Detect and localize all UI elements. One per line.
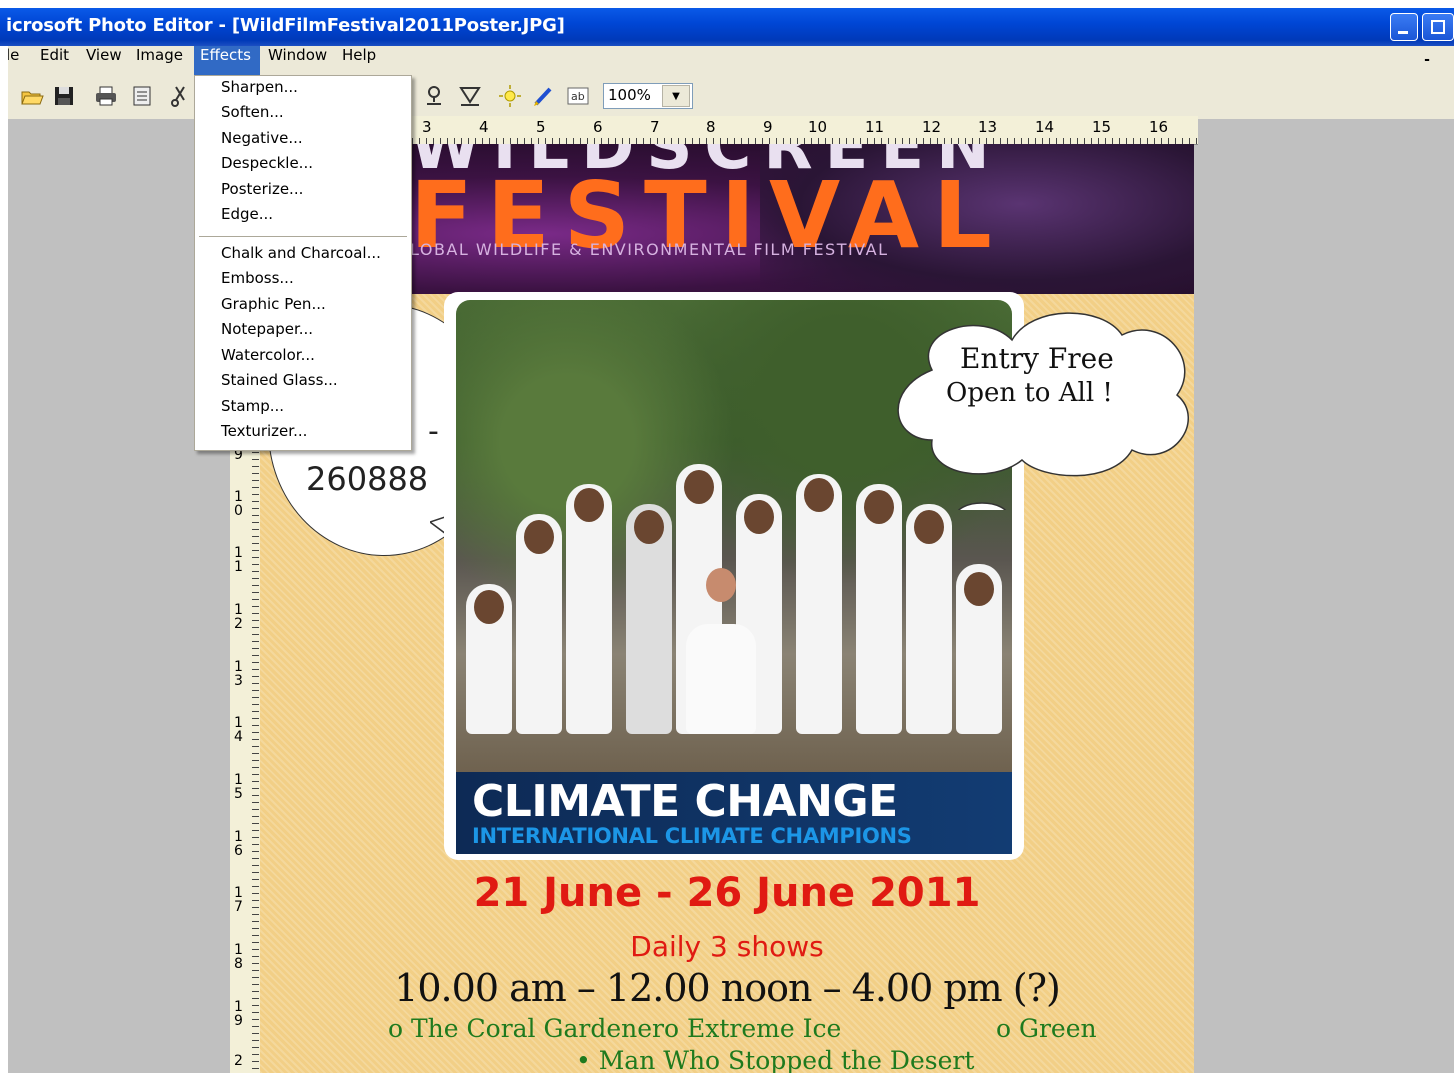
ruler-number: 6 [593,118,603,136]
ruler-number: 16 [234,829,243,859]
ruler-number: 4 [479,118,489,136]
ruler-number: 15 [1092,118,1112,136]
ruler-number: 14 [234,715,243,745]
menu-item-negative[interactable]: Negative... [195,129,411,154]
menu-item-emboss[interactable]: Emboss... [195,269,411,294]
menu-edit[interactable]: Edit [34,46,75,75]
window-title: icrosoft Photo Editor - [WildFilmFestiva… [6,15,565,36]
film-item: o Green [996,1014,1097,1043]
menu-item-edge[interactable]: Edge... [195,205,411,230]
ruler-number: 13 [978,118,998,136]
menu-item-graphic-pen[interactable]: Graphic Pen... [195,295,411,320]
menu-item-posterize[interactable]: Posterize... [195,180,411,205]
speech-dash: - [428,414,439,449]
filter-icon[interactable] [458,84,482,108]
menu-window[interactable]: Window [262,46,333,75]
menu-item-watercolor[interactable]: Watercolor... [195,346,411,371]
banner-title: CLIMATE CHANGE [472,776,898,827]
menu-item-notepaper[interactable]: Notepaper... [195,320,411,345]
title-bar: icrosoft Photo Editor - [WildFilmFestiva… [0,8,1454,46]
save-icon[interactable] [52,84,76,108]
ruler-number: 12 [234,602,243,632]
ruler-number: 16 [1149,118,1169,136]
ruler-number: 15 [234,772,243,802]
ruler-number: 9 [763,118,773,136]
zoom-value: 100% [608,86,651,104]
poster-subtitle: LOBAL WILDLIFE & ENVIRONMENTAL FILM FEST… [410,240,889,259]
text-icon[interactable]: ab [566,84,590,108]
ruler-number: 13 [234,659,243,689]
ruler-number: 14 [1035,118,1055,136]
menu-item-soften[interactable]: Soften... [195,103,411,128]
cloud-line-entry: Entry Free [960,342,1114,375]
svg-text:ab: ab [571,90,585,103]
menu-separator [199,236,407,240]
effects-dropdown-menu: Sharpen... Soften... Negative... Despeck… [194,75,412,451]
ruler-number: 12 [922,118,942,136]
menu-item-sharpen[interactable]: Sharpen... [195,78,411,103]
print-preview-icon[interactable] [130,84,154,108]
cut-icon[interactable] [168,84,192,108]
film-item: o The Coral Gardener [388,1014,664,1043]
cloud-line-open: Open to All ! [946,378,1113,408]
daily-shows: Daily 3 shows [630,930,824,963]
chevron-down-icon[interactable]: ▼ [662,85,690,107]
menu-view[interactable]: View [80,46,128,75]
menu-help[interactable]: Help [336,46,382,75]
menu-item-chalk-charcoal[interactable]: Chalk and Charcoal... [195,244,411,269]
ruler-number: 17 [234,885,243,915]
ruler-number: 2 [234,1053,243,1069]
menu-effects[interactable]: Effects [194,46,260,75]
ruler-number: 8 [706,118,716,136]
menu-item-despeckle[interactable]: Despeckle... [195,154,411,179]
minimize-button[interactable] [1390,13,1418,41]
restore-button[interactable] [1422,13,1454,41]
film-item: • Man Who Stopped the Desert [576,1046,975,1073]
menu-item-stained-glass[interactable]: Stained Glass... [195,371,411,396]
climate-banner: CLIMATE CHANGE INTERNATIONAL CLIMATE CHA… [456,772,1012,854]
print-icon[interactable] [94,84,118,108]
stamp-icon[interactable] [422,84,446,108]
ruler-number: 3 [422,118,432,136]
document-minimize-button[interactable]: - [1418,52,1436,69]
zoom-select[interactable]: 100% ▼ [603,83,693,109]
brightness-icon[interactable] [498,84,522,108]
ruler-number: 11 [234,545,243,575]
menu-image[interactable]: Image [130,46,189,75]
festival-dates: 21 June - 26 June 2011 [473,870,981,916]
show-times: 10.00 am – 12.00 noon – 4.00 pm (?) [394,966,1061,1010]
ruler-number: 11 [865,118,885,136]
ruler-number: 18 [234,942,243,972]
menu-item-texturizer[interactable]: Texturizer... [195,422,411,447]
menu-bar: le Edit View Image Effects Window Help - [0,46,1454,75]
pen-icon[interactable] [532,84,556,108]
film-item: o Extreme Ice [664,1014,842,1043]
ruler-number: 19 [234,999,243,1029]
ruler-number: 7 [650,118,660,136]
ruler-number: 10 [808,118,828,136]
speech-number: 260888 [306,460,429,498]
menu-item-stamp[interactable]: Stamp... [195,397,411,422]
ruler-number: 10 [234,489,243,519]
ruler-number: 5 [536,118,546,136]
open-icon[interactable] [20,84,44,108]
banner-subtitle: INTERNATIONAL CLIMATE CHAMPIONS [472,824,912,848]
window-left-edge [0,46,8,1073]
